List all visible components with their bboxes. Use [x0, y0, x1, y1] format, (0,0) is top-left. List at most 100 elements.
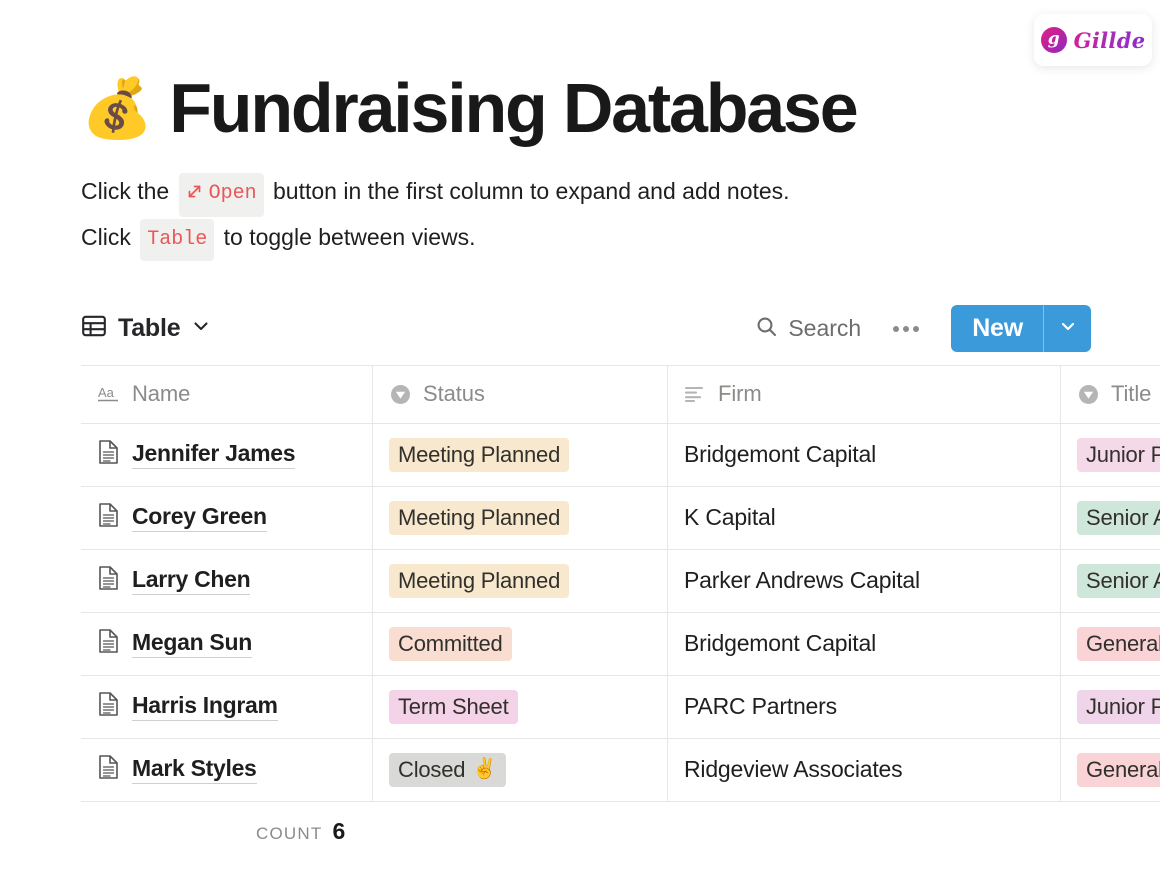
status-badge: Meeting Planned	[389, 500, 570, 535]
search-icon	[755, 315, 778, 343]
table-row[interactable]: Larry Chen Meeting Planned Parker Andrews …	[81, 549, 1160, 613]
cell-name[interactable]: Mark Styles	[81, 738, 373, 801]
cell-name[interactable]: Corey Green	[81, 486, 373, 549]
cell-title[interactable]: General	[1061, 613, 1160, 675]
cell-title[interactable]: Senior A	[1061, 550, 1160, 612]
page-icon	[97, 628, 120, 659]
title-badge: Senior A	[1077, 500, 1160, 535]
view-tab-table[interactable]: Table	[81, 313, 211, 344]
new-button-group[interactable]: New	[951, 305, 1091, 353]
cell-firm[interactable]: Parker Andrews Capital	[668, 549, 1061, 612]
chevron-down-icon	[1058, 316, 1078, 341]
column-header-name-label: Name	[132, 381, 191, 407]
column-header-title[interactable]: Title	[1061, 366, 1160, 423]
cell-name[interactable]: Jennifer James	[81, 423, 373, 486]
table-header-row: Aa Name Status Firm Title	[81, 365, 1160, 424]
status-badge-label: Meeting Planned	[398, 441, 561, 467]
svg-text:Aa: Aa	[98, 385, 115, 400]
status-badge: Meeting Planned	[389, 563, 570, 598]
cell-title[interactable]: Junior P	[1061, 676, 1160, 738]
row-name-label: Megan Sun	[132, 629, 252, 659]
intro-line-1: Click the Open button in the first colum…	[81, 171, 1160, 217]
title-badge: Senior A	[1077, 563, 1160, 598]
row-firm-label: PARC Partners	[684, 693, 837, 720]
view-chevron-down-icon[interactable]	[191, 316, 211, 341]
page-container: 💰 Fundraising Database Click the Open but…	[0, 0, 1160, 845]
cell-status[interactable]: Term Sheet	[373, 675, 668, 738]
title-badge: Junior P	[1077, 437, 1160, 472]
cell-status[interactable]: Closed ✌️	[373, 738, 668, 801]
title-badge: Junior P	[1077, 689, 1160, 724]
expand-arrow-icon	[186, 176, 203, 216]
column-header-name[interactable]: Aa Name	[81, 365, 373, 423]
table-code-chip[interactable]: Table	[140, 218, 215, 261]
open-code-chip[interactable]: Open	[178, 172, 264, 217]
status-badge-label: Term Sheet	[398, 693, 509, 719]
page-title-text: Fundraising Database	[169, 69, 858, 147]
database-toolbar: Table Search New	[81, 305, 1091, 353]
column-header-firm[interactable]: Firm	[668, 365, 1061, 423]
intro-line1-prefix: Click the	[81, 177, 170, 204]
more-dot-3-icon	[913, 325, 920, 332]
cell-status[interactable]: Committed	[373, 612, 668, 675]
status-badge: Meeting Planned	[389, 437, 570, 472]
page-icon	[97, 439, 120, 470]
column-header-title-label: Title	[1111, 381, 1152, 407]
row-name-label: Corey Green	[132, 503, 267, 533]
more-dot-2-icon	[903, 325, 910, 332]
intro-line-2: Click Table to toggle between views.	[81, 217, 1160, 261]
page-icon	[97, 565, 120, 596]
gillde-logo-card: g Gillde	[1034, 14, 1152, 66]
cell-firm[interactable]: PARC Partners	[668, 675, 1061, 738]
new-button[interactable]: New	[951, 305, 1043, 352]
cell-title[interactable]: Senior A	[1061, 487, 1160, 549]
cell-firm[interactable]: Bridgemont Capital	[668, 423, 1061, 486]
row-firm-label: K Capital	[684, 504, 776, 531]
text-lines-icon	[684, 384, 707, 404]
table-row[interactable]: Jennifer James Meeting Planned Bridgemont …	[81, 423, 1160, 487]
status-badge-label: Meeting Planned	[398, 504, 561, 530]
cell-name[interactable]: Larry Chen	[81, 549, 373, 612]
cell-title[interactable]: Junior P	[1061, 424, 1160, 486]
column-header-status-label: Status	[423, 381, 485, 407]
row-name-label: Jennifer James	[132, 440, 296, 470]
column-header-status[interactable]: Status	[373, 365, 668, 423]
status-badge: Term Sheet	[389, 689, 518, 724]
table-row[interactable]: Megan Sun Committed Bridgemont Capital Gene…	[81, 612, 1160, 676]
intro-line2-prefix: Click	[81, 223, 131, 250]
cell-status[interactable]: Meeting Planned	[373, 549, 668, 612]
row-firm-label: Parker Andrews Capital	[684, 567, 920, 594]
table-row[interactable]: Mark Styles Closed ✌️ Ridgeview Associates G…	[81, 738, 1160, 802]
search-button[interactable]: Search	[755, 315, 883, 343]
cell-firm[interactable]: Bridgemont Capital	[668, 612, 1061, 675]
fundraising-table: Aa Name Status Firm Title Jennifer James…	[81, 364, 1160, 802]
cell-name[interactable]: Harris Ingram	[81, 675, 373, 738]
cell-name[interactable]: Megan Sun	[81, 612, 373, 675]
toolbar-actions: Search New	[755, 305, 1091, 353]
table-row[interactable]: Harris Ingram Term Sheet PARC Partners Juni…	[81, 675, 1160, 739]
cell-status[interactable]: Meeting Planned	[373, 423, 668, 486]
cell-title[interactable]: General	[1061, 739, 1160, 801]
gillde-wordmark: Gillde	[1073, 27, 1146, 53]
money-bag-emoji-icon: 💰	[81, 76, 154, 141]
new-button-dropdown[interactable]	[1043, 305, 1091, 353]
table-row[interactable]: Corey Green Meeting Planned K Capital Senio…	[81, 486, 1160, 550]
page-icon	[97, 502, 120, 533]
intro-line2-suffix: to toggle between views.	[223, 223, 476, 250]
table-grid-icon	[81, 313, 107, 344]
intro-line1-suffix: button in the first column to expand and…	[273, 177, 790, 204]
cell-firm[interactable]: Ridgeview Associates	[668, 738, 1061, 801]
cell-status[interactable]: Meeting Planned	[373, 486, 668, 549]
status-badge: Committed	[389, 626, 512, 661]
view-tab-label: Table	[118, 314, 181, 343]
select-circle-icon	[389, 383, 412, 406]
open-code-chip-label: Open	[208, 181, 257, 205]
status-badge: Closed ✌️	[389, 752, 506, 787]
cell-firm[interactable]: K Capital	[668, 486, 1061, 549]
search-label: Search	[788, 315, 862, 342]
page-icon	[97, 754, 120, 785]
row-firm-label: Bridgemont Capital	[684, 441, 877, 468]
table-footer-count[interactable]: Count 6	[81, 818, 1160, 845]
more-options-button[interactable]	[883, 318, 929, 340]
gillde-mark-icon: g	[1040, 27, 1067, 53]
